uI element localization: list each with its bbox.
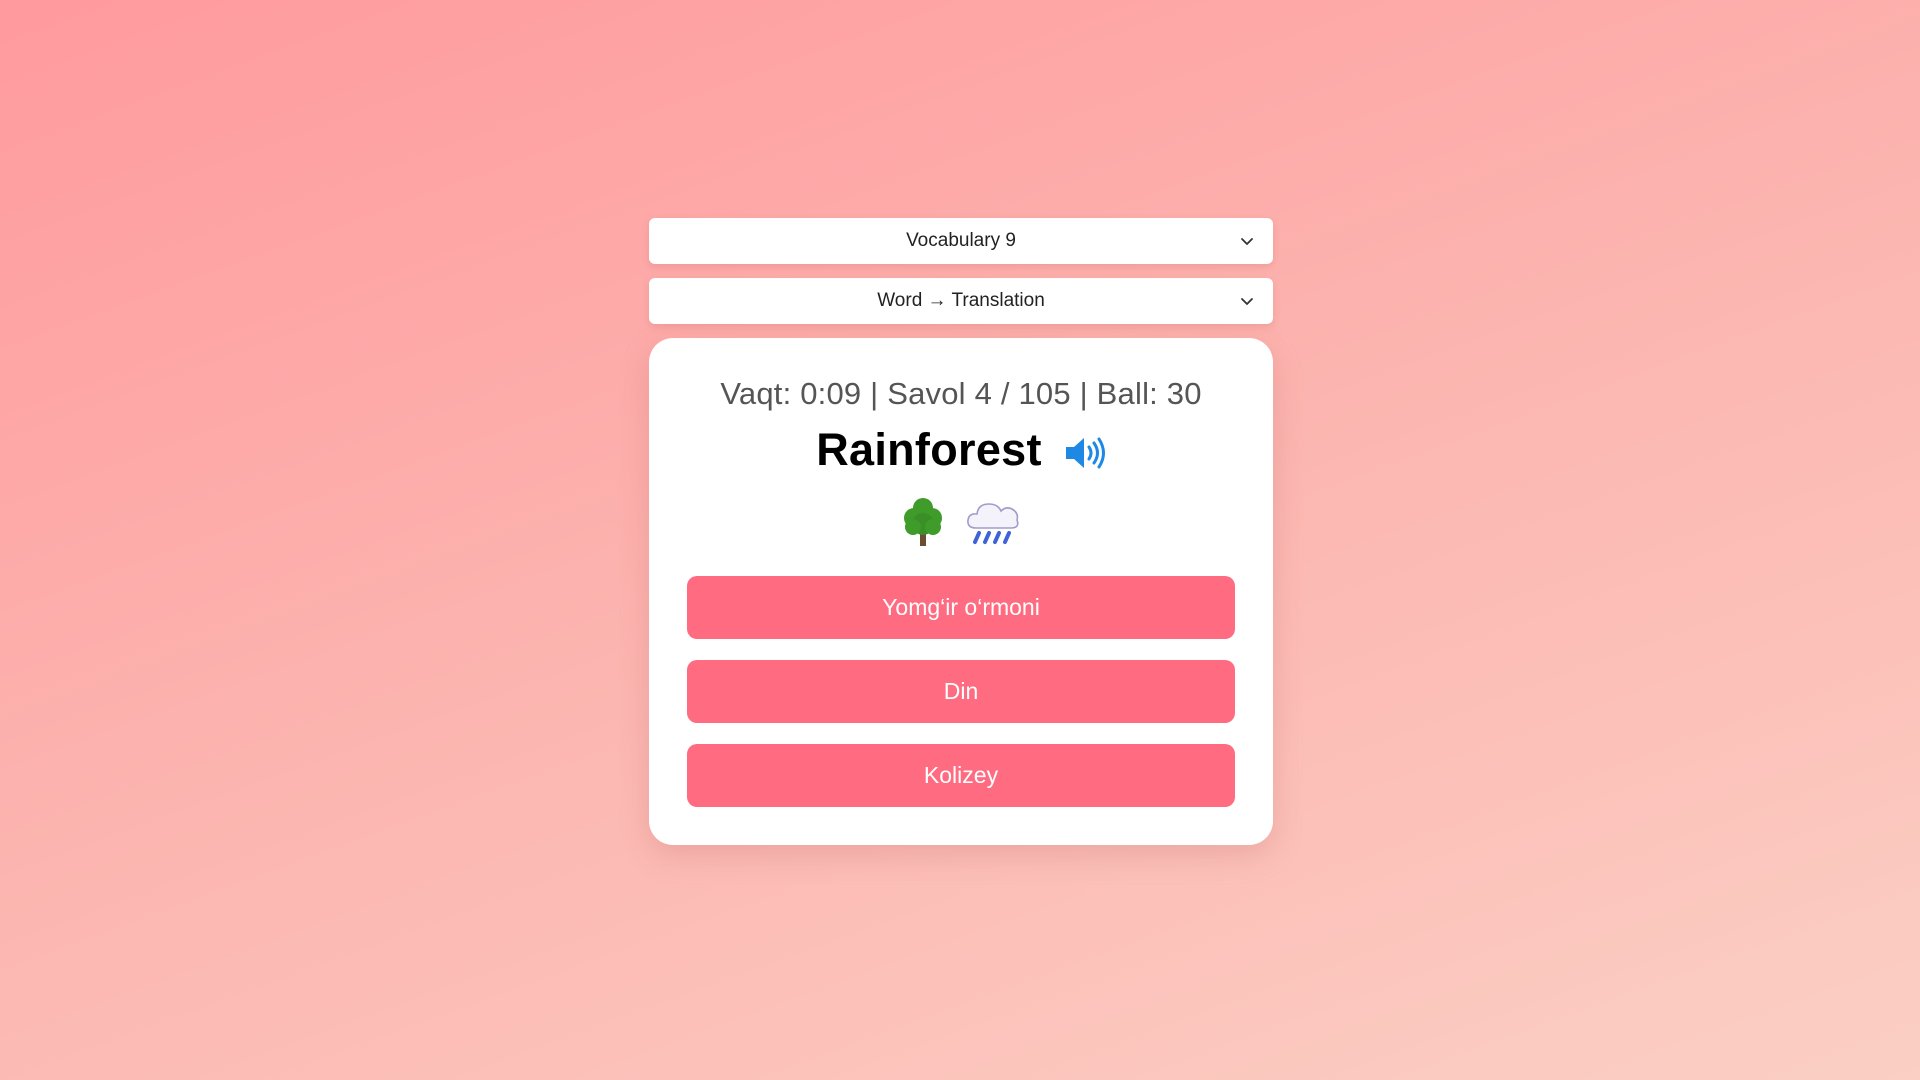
vocabulary-select-value: Vocabulary 9: [906, 230, 1016, 251]
answer-button[interactable]: Yomg‘ir o‘rmoni: [687, 576, 1235, 639]
mode-select-value: Word → Translation: [877, 290, 1045, 311]
answer-button[interactable]: Din: [687, 660, 1235, 723]
quiz-card: Vaqt: 0:09 | Savol 4 / 105 | Ball: 30 Ra…: [649, 338, 1273, 845]
quiz-stats: Vaqt: 0:09 | Savol 4 / 105 | Ball: 30: [720, 376, 1202, 411]
vocabulary-select[interactable]: Vocabulary 9: [649, 218, 1273, 264]
quiz-word: Rainforest: [816, 424, 1042, 475]
word-row: Rainforest: [687, 424, 1235, 476]
chevron-down-icon: [1241, 298, 1253, 305]
cloud-with-rain-icon: [967, 503, 1019, 544]
answer-list: Yomg‘ir o‘rmoni Din Kolizey: [687, 576, 1235, 807]
quiz-container: Vocabulary 9 Word → Translation Vaqt: 0:…: [649, 218, 1273, 845]
mode-select[interactable]: Word → Translation: [649, 278, 1273, 324]
chevron-down-icon: [1241, 238, 1253, 245]
hint-icons: [687, 494, 1235, 550]
answer-button[interactable]: Kolizey: [687, 744, 1235, 807]
deciduous-tree-icon: [904, 498, 942, 546]
speaker-icon[interactable]: [1064, 435, 1106, 471]
